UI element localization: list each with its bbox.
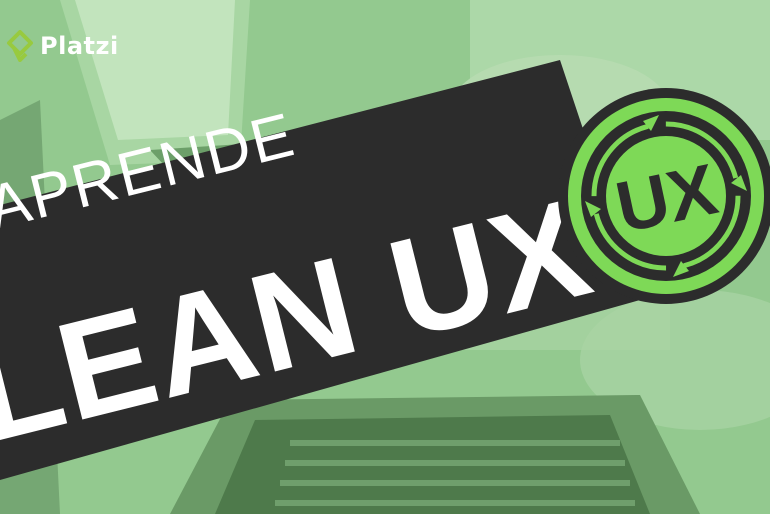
ux-badge: UX [558,88,770,304]
platzi-logo[interactable]: Platzi [6,30,119,62]
thumbnail-canvas: APRENDE LEAN UX Platzi UX [0,0,770,514]
brand-name: Platzi [40,32,119,60]
platzi-logo-icon [7,30,33,62]
